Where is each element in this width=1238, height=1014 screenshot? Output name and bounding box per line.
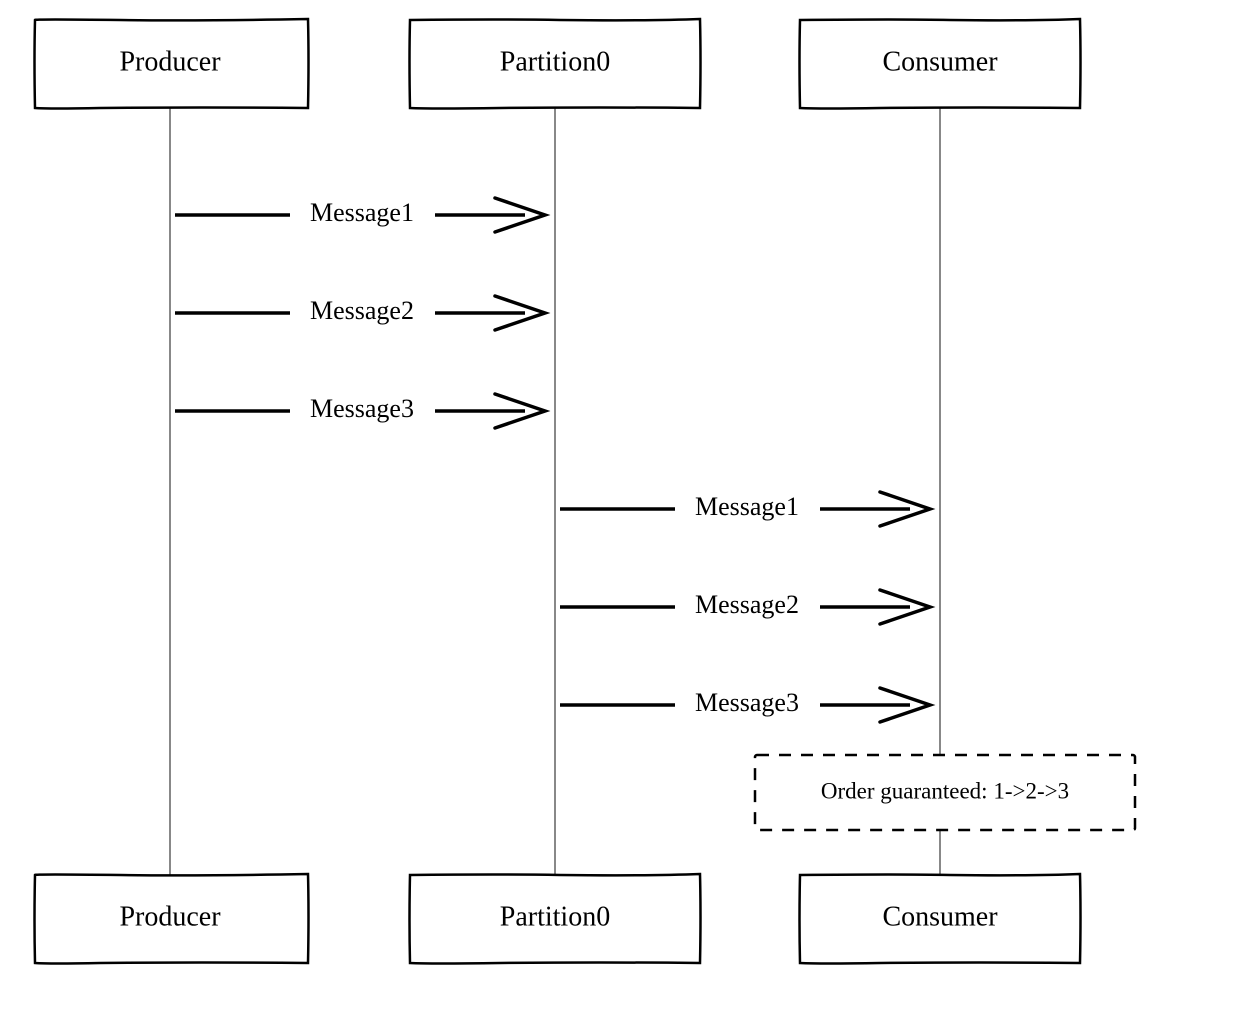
- actor-bottom-partition: Partition0: [410, 874, 701, 964]
- message-arrow-m4: Message1: [560, 492, 930, 526]
- message-arrow-m2: Message2: [175, 296, 545, 330]
- message-arrow-m5: Message2: [560, 590, 930, 624]
- message-label: Message3: [695, 688, 799, 717]
- message-arrow-m3: Message3: [175, 394, 545, 428]
- actor-top-producer: Producer: [35, 19, 309, 109]
- message-arrow-m1: Message1: [175, 198, 545, 232]
- actor-label: Partition0: [500, 46, 610, 77]
- message-label: Message1: [695, 492, 799, 521]
- actor-top-consumer: Consumer: [800, 19, 1081, 109]
- message-label: Message2: [695, 590, 799, 619]
- sequence-diagram: Producer Partition0 Consumer Message1 Me…: [0, 0, 1238, 1014]
- message-arrow-m6: Message3: [560, 688, 930, 722]
- message-label: Message1: [310, 198, 414, 227]
- actor-bottom-consumer: Consumer: [800, 874, 1081, 964]
- actor-bottom-producer: Producer: [35, 874, 309, 964]
- message-label: Message2: [310, 296, 414, 325]
- actor-label: Partition0: [500, 901, 610, 932]
- actor-label: Producer: [119, 901, 221, 932]
- note-order-guaranteed: Order guaranteed: 1->2->3: [755, 755, 1135, 830]
- actor-label: Consumer: [882, 901, 998, 932]
- message-label: Message3: [310, 394, 414, 423]
- actor-label: Consumer: [882, 46, 998, 77]
- actor-top-partition: Partition0: [410, 19, 701, 109]
- note-label: Order guaranteed: 1->2->3: [821, 778, 1069, 803]
- actor-label: Producer: [119, 46, 221, 77]
